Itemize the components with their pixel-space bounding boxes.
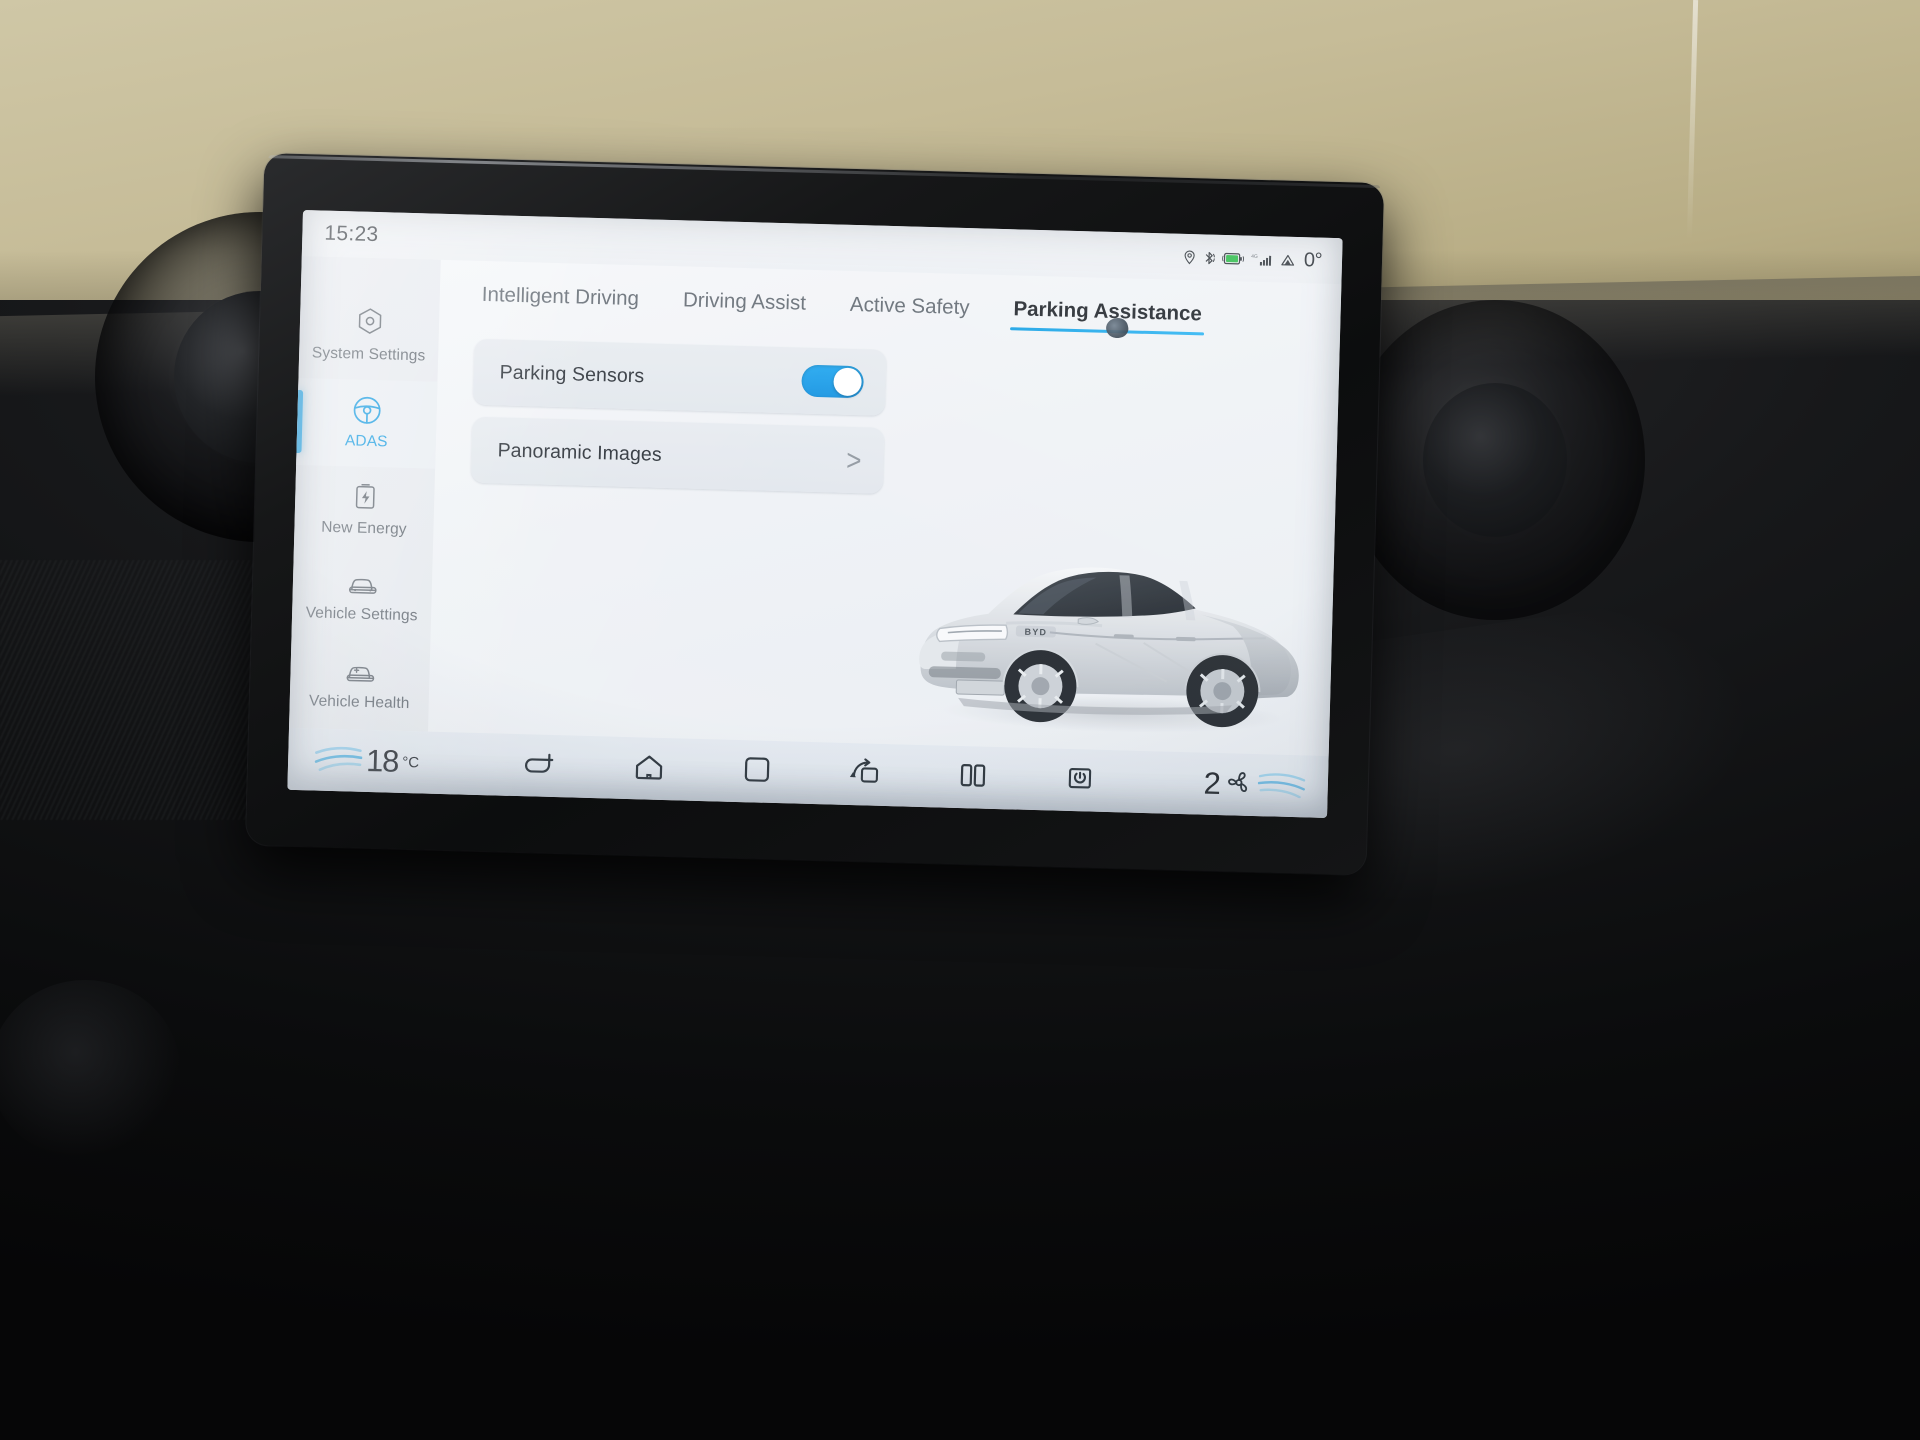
sidebar-item-vehicle-health[interactable]: Vehicle Health (289, 640, 430, 731)
setting-label: Parking Sensors (499, 360, 645, 387)
car-front-icon (345, 572, 380, 599)
sidebar: System Settings ADAS New Energy Vehicle … (289, 256, 441, 732)
vehicle-illustration: BYD (897, 510, 1333, 752)
clock: 15:23 (324, 221, 379, 247)
active-indicator-bar (296, 389, 304, 454)
tab-driving-assist[interactable]: Driving Assist (682, 288, 807, 324)
bluetooth-icon (1203, 250, 1215, 265)
battery-icon (1222, 250, 1244, 266)
signal-icon: 4G (1251, 251, 1273, 267)
svg-text:4G: 4G (1251, 253, 1258, 259)
system-icons: 4G 0° (1183, 245, 1323, 272)
square-icon (743, 755, 772, 789)
infotainment-tablet: 15:23 4G 0° System Settings ADAS New Ene… (245, 152, 1385, 876)
sidebar-item-new-energy[interactable]: New Energy (294, 465, 435, 556)
right-speaker (1345, 300, 1645, 620)
outside-temp-icon (1280, 252, 1297, 267)
sidebar-item-adas[interactable]: ADAS (296, 377, 438, 469)
car-health-icon (343, 660, 378, 687)
split-screen-button[interactable] (950, 756, 997, 799)
screen-swap-button[interactable] (842, 753, 889, 796)
tab-intelligent-driving[interactable]: Intelligent Driving (481, 283, 640, 320)
home-icon (633, 752, 666, 786)
fan-icon (1223, 768, 1254, 802)
setting-row-panoramic-images[interactable]: Panoramic Images > (470, 416, 885, 494)
screen-body: System Settings ADAS New Energy Vehicle … (289, 256, 1342, 756)
sidebar-item-label: Vehicle Settings (305, 604, 418, 625)
steering-wheel-icon (351, 395, 383, 427)
climate-temp-value: 18 (365, 742, 399, 779)
settings-panel: Parking Sensors Panoramic Images > BYD (428, 332, 1339, 756)
chevron-right-icon: > (845, 442, 862, 478)
nav-buttons (518, 744, 1105, 802)
photo-scene: 15:23 4G 0° System Settings ADAS New Ene… (0, 0, 1920, 1440)
climate-left-control[interactable]: 18 °C (310, 741, 420, 780)
back-button[interactable] (518, 744, 565, 787)
home-button[interactable] (626, 747, 673, 790)
power-icon (1066, 763, 1097, 797)
car-badge-text: BYD (1024, 627, 1047, 638)
setting-label: Panoramic Images (497, 438, 663, 466)
infotainment-screen: 15:23 4G 0° System Settings ADAS New Ene… (287, 210, 1343, 818)
outside-temp-value: 0° (1303, 248, 1323, 272)
fan-speed-value: 2 (1203, 765, 1221, 802)
sidebar-item-label: New Energy (321, 519, 407, 539)
recents-button[interactable] (734, 750, 781, 793)
sidebar-item-label: ADAS (344, 432, 388, 451)
airflow-icon (310, 742, 363, 778)
power-button[interactable] (1058, 759, 1105, 802)
tab-active-safety[interactable]: Active Safety (849, 293, 970, 329)
parking-sensors-toggle[interactable] (801, 364, 865, 399)
sidebar-item-label: Vehicle Health (308, 692, 410, 712)
climate-temp-unit: °C (402, 753, 420, 771)
split-screen-icon (958, 760, 989, 794)
location-icon (1183, 249, 1196, 264)
hexagon-gear-icon (354, 307, 385, 340)
battery-bolt-icon (350, 483, 379, 514)
sidebar-item-system-settings[interactable]: System Settings (299, 290, 440, 381)
setting-row-parking-sensors[interactable]: Parking Sensors (472, 338, 887, 416)
toggle-knob (833, 367, 862, 397)
climate-right-control[interactable]: 2 (1203, 766, 1306, 805)
airflow-right-icon (1257, 769, 1306, 803)
content-area: Intelligent Driving Driving Assist Activ… (427, 259, 1342, 756)
screen-rotate-icon (848, 757, 883, 793)
back-arrow-icon (524, 750, 559, 782)
sidebar-item-label: System Settings (311, 344, 426, 365)
sidebar-item-vehicle-settings[interactable]: Vehicle Settings (291, 553, 432, 644)
settings-list: Parking Sensors Panoramic Images > (464, 338, 887, 744)
